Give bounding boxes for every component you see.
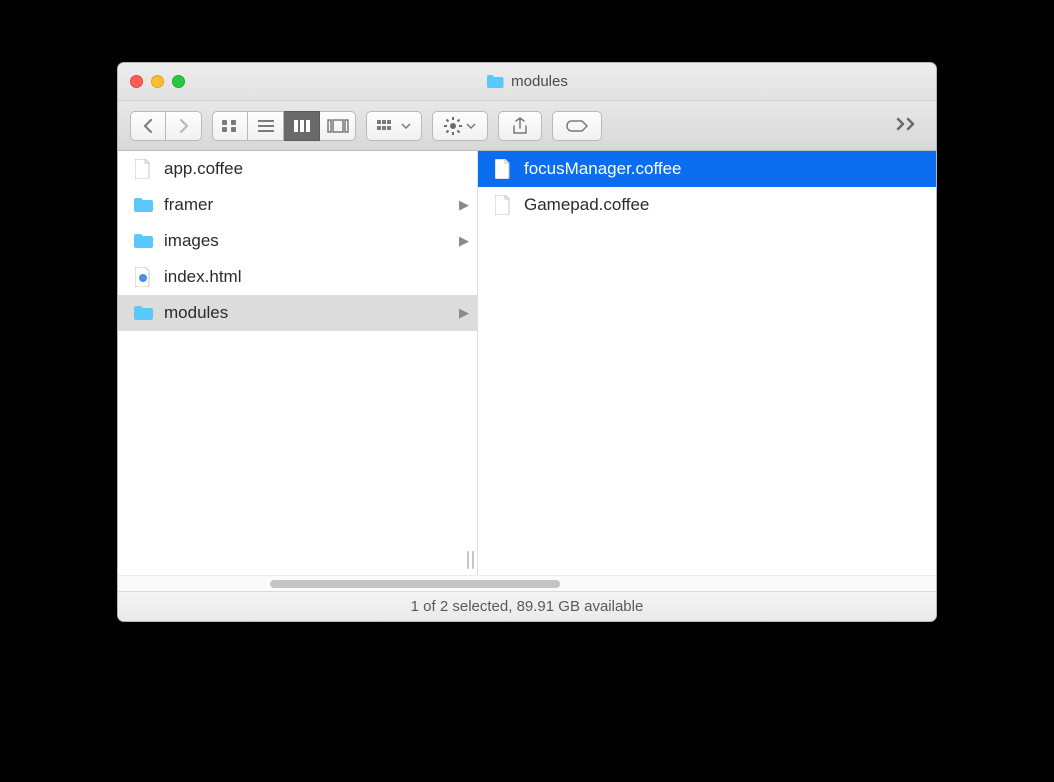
file-icon [492,159,514,179]
view-buttons [212,111,356,141]
list-item[interactable]: images ▶ [118,223,477,259]
back-button[interactable] [130,111,166,141]
item-name: framer [164,195,449,215]
traffic-lights [130,75,185,88]
forward-button[interactable] [166,111,202,141]
item-name: modules [164,303,449,323]
file-icon [132,159,154,179]
chevron-right-icon: ▶ [459,305,469,321]
scrollbar-thumb[interactable] [270,580,560,588]
window-title-area: modules [118,73,936,90]
window-title: modules [511,73,568,90]
column-resize-handle[interactable] [467,551,474,569]
chevron-right-icon: ▶ [459,233,469,249]
list-item[interactable]: Gamepad.coffee [478,187,936,223]
folder-icon [132,233,154,249]
nav-buttons [130,111,202,141]
item-name: index.html [164,267,469,287]
folder-icon [132,305,154,321]
item-name: images [164,231,449,251]
file-icon [492,195,514,215]
list-item[interactable]: focusManager.coffee [478,151,936,187]
folder-icon [486,74,504,89]
column-left[interactable]: app.coffee framer ▶ images ▶ in [118,151,478,575]
list-item[interactable]: modules ▶ [118,295,477,331]
list-item[interactable]: index.html [118,259,477,295]
status-bar: 1 of 2 selected, 89.91 GB available [118,591,936,621]
column-view-button[interactable] [284,111,320,141]
minimize-button[interactable] [151,75,164,88]
column-right[interactable]: focusManager.coffee Gamepad.coffee [478,151,936,575]
item-name: app.coffee [164,159,469,179]
horizontal-scrollbar[interactable] [118,575,936,591]
finder-window: modules [117,62,937,622]
chevron-right-icon: ▶ [459,197,469,213]
folder-icon [132,197,154,213]
list-item[interactable]: app.coffee [118,151,477,187]
action-button[interactable] [432,111,488,141]
status-text: 1 of 2 selected, 89.91 GB available [411,598,644,615]
icon-view-button[interactable] [212,111,248,141]
toolbar-overflow-icon[interactable] [896,114,924,137]
toolbar [118,101,936,151]
item-name: focusManager.coffee [524,159,928,179]
titlebar[interactable]: modules [118,63,936,101]
zoom-button[interactable] [172,75,185,88]
gallery-view-button[interactable] [320,111,356,141]
list-view-button[interactable] [248,111,284,141]
share-button[interactable] [498,111,542,141]
item-name: Gamepad.coffee [524,195,928,215]
html-file-icon [132,267,154,287]
close-button[interactable] [130,75,143,88]
arrange-button[interactable] [366,111,422,141]
content-area: app.coffee framer ▶ images ▶ in [118,151,936,575]
list-item[interactable]: framer ▶ [118,187,477,223]
tags-button[interactable] [552,111,602,141]
